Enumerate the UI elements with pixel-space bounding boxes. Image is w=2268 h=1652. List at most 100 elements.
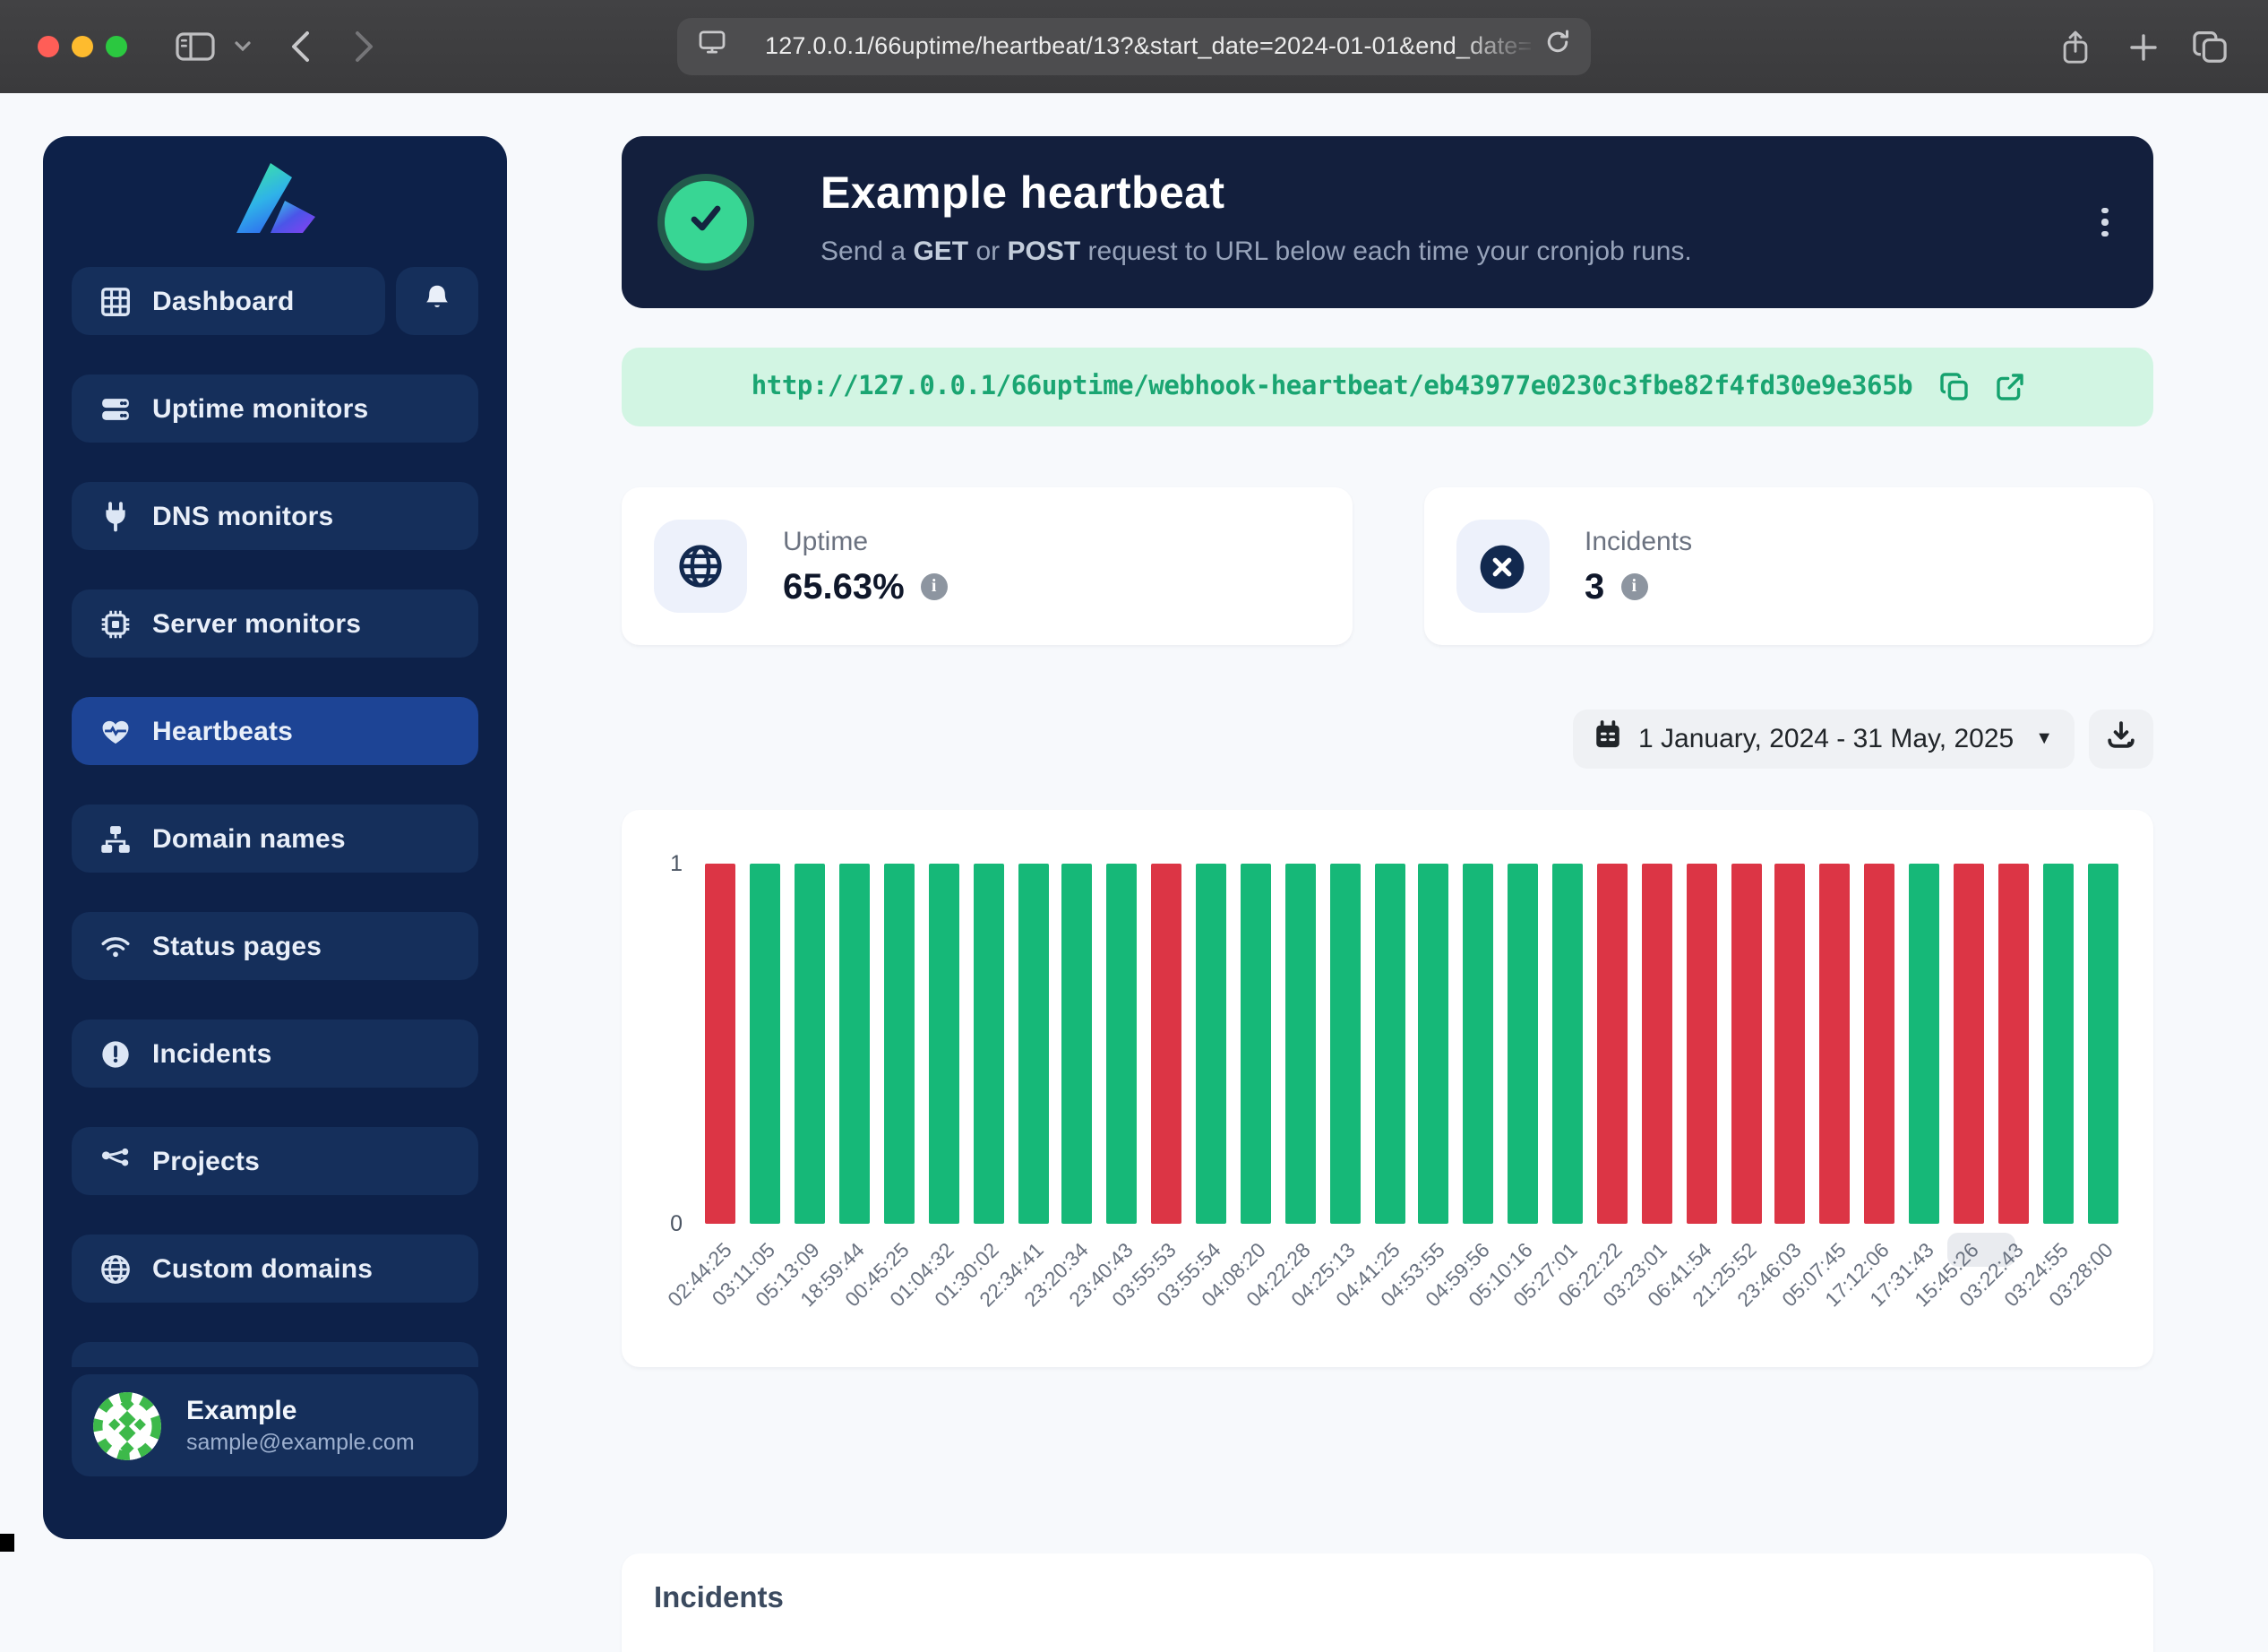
sidebar: Dashboard Uptime monitors DNS monitors Ser… bbox=[43, 136, 507, 1539]
bar-chart: 1 0 02:44:2503:11:0505:13:0918:59:4400:4… bbox=[699, 864, 2125, 1224]
check-icon bbox=[683, 194, 729, 250]
webhook-url[interactable]: http://127.0.0.1/66uptime/webhook-heartb… bbox=[752, 373, 1913, 401]
external-link-icon[interactable] bbox=[1995, 373, 2023, 401]
minimize-window-button[interactable] bbox=[72, 36, 93, 57]
forward-icon[interactable] bbox=[346, 0, 382, 93]
notifications-button[interactable] bbox=[396, 267, 478, 335]
sidebar-item-clipped[interactable] bbox=[72, 1342, 478, 1367]
bar-slot: 01:04:32 bbox=[922, 864, 966, 1224]
post-label: POST bbox=[1008, 237, 1081, 267]
sidebar-item-custom-domains[interactable]: Custom domains bbox=[72, 1235, 478, 1303]
heartbeat-bar-down[interactable] bbox=[1954, 864, 1984, 1224]
share-icon[interactable] bbox=[2053, 0, 2096, 93]
heartbeat-bar-up[interactable] bbox=[884, 864, 915, 1224]
heartbeat-bar-down[interactable] bbox=[1775, 864, 1806, 1224]
sidebar-item-uptime-monitors[interactable]: Uptime monitors bbox=[72, 374, 478, 443]
heartbeat-bar-up[interactable] bbox=[1062, 864, 1093, 1224]
new-tab-icon[interactable] bbox=[2121, 0, 2164, 93]
heartbeat-bar-up[interactable] bbox=[1107, 864, 1138, 1224]
heartbeat-bar-up[interactable] bbox=[751, 864, 781, 1224]
bar-slot: 03:55:54 bbox=[1189, 864, 1233, 1224]
back-icon[interactable] bbox=[281, 0, 317, 93]
zoom-window-button[interactable] bbox=[106, 36, 127, 57]
tab-overview-icon[interactable] bbox=[2187, 0, 2230, 93]
circle-x-icon bbox=[1456, 520, 1549, 613]
user-email: sample@example.com bbox=[186, 1428, 415, 1457]
close-window-button[interactable] bbox=[38, 36, 59, 57]
heartbeat-bar-up[interactable] bbox=[1508, 864, 1538, 1224]
address-bar[interactable]: 127.0.0.1/66uptime/heartbeat/13?&start_d… bbox=[677, 18, 1591, 75]
app-logo-icon[interactable] bbox=[232, 158, 318, 245]
sidebar-item-label: Dashboard bbox=[152, 286, 295, 316]
chevron-down-icon: ▼ bbox=[2035, 729, 2053, 749]
bell-icon bbox=[423, 282, 451, 320]
screenshot-root: 127.0.0.1/66uptime/heartbeat/13?&start_d… bbox=[0, 0, 2268, 1552]
sidebar-item-status-pages[interactable]: Status pages bbox=[72, 912, 478, 980]
sidebar-item-dns-monitors[interactable]: DNS monitors bbox=[72, 482, 478, 550]
grid-icon bbox=[100, 286, 131, 316]
heartbeat-bar-down[interactable] bbox=[1686, 864, 1716, 1224]
sidebar-item-heartbeats[interactable]: Heartbeats bbox=[72, 697, 478, 765]
heartbeat-bar-up[interactable] bbox=[1018, 864, 1048, 1224]
sidebar-item-domain-names[interactable]: Domain names bbox=[72, 804, 478, 873]
heartbeat-bar-down[interactable] bbox=[1864, 864, 1894, 1224]
heartbeat-header-card: Example heartbeat Send a GET or POST req… bbox=[622, 136, 2153, 308]
sidebar-toggle-icon[interactable] bbox=[172, 0, 219, 93]
bar-slot: 03:22:43 bbox=[1991, 864, 2036, 1224]
sidebar-item-label: Server monitors bbox=[152, 608, 361, 639]
incidents-card: Incidents 3 i bbox=[1423, 487, 2153, 645]
uptime-card: Uptime 65.63% i bbox=[622, 487, 1352, 645]
info-icon[interactable]: i bbox=[1620, 573, 1647, 600]
heartbeat-bar-up[interactable] bbox=[795, 864, 825, 1224]
date-range-picker[interactable]: 1 January, 2024 - 31 May, 2025 ▼ bbox=[1572, 710, 2075, 769]
heartbeat-bar-up[interactable] bbox=[1464, 864, 1494, 1224]
heartbeat-bar-up[interactable] bbox=[2087, 864, 2118, 1224]
heartbeat-bar-up[interactable] bbox=[1374, 864, 1405, 1224]
heartbeat-bar-up[interactable] bbox=[1241, 864, 1271, 1224]
browser-chrome: 127.0.0.1/66uptime/heartbeat/13?&start_d… bbox=[0, 0, 2268, 95]
heartbeat-bar-down[interactable] bbox=[1597, 864, 1628, 1224]
sitemap-icon bbox=[100, 823, 131, 854]
heartbeat-bar-down[interactable] bbox=[1998, 864, 2029, 1224]
sidebar-top-row: Dashboard bbox=[72, 267, 478, 335]
sidebar-item-projects[interactable]: Projects bbox=[72, 1127, 478, 1195]
stat-label: Incidents bbox=[1585, 524, 1692, 560]
bar-slot: 23:46:03 bbox=[1768, 864, 1813, 1224]
sidebar-item-server-monitors[interactable]: Server monitors bbox=[72, 589, 478, 658]
sidebar-nav: Dashboard Uptime monitors DNS monitors Ser… bbox=[72, 267, 478, 1342]
heartbeat-bar-up[interactable] bbox=[839, 864, 870, 1224]
heartbeat-bar-down[interactable] bbox=[1820, 864, 1851, 1224]
chevron-down-icon[interactable] bbox=[229, 0, 254, 93]
webhook-url-bar: http://127.0.0.1/66uptime/webhook-heartb… bbox=[622, 348, 2153, 426]
heartbeat-bar-down[interactable] bbox=[706, 864, 736, 1224]
info-icon[interactable]: i bbox=[921, 573, 948, 600]
heartbeat-bar-up[interactable] bbox=[1329, 864, 1360, 1224]
reload-icon[interactable] bbox=[1544, 29, 1571, 65]
bar-slot: 05:27:01 bbox=[1545, 864, 1590, 1224]
heartbeat-bar-up[interactable] bbox=[973, 864, 1003, 1224]
url-text: 127.0.0.1/66uptime/heartbeat/13?&start_d… bbox=[765, 32, 1533, 59]
heartbeat-bar-up[interactable] bbox=[929, 864, 959, 1224]
heartbeat-bar-up[interactable] bbox=[1196, 864, 1226, 1224]
copy-icon[interactable] bbox=[1939, 373, 1968, 401]
sidebar-item-incidents[interactable]: Incidents bbox=[72, 1020, 478, 1088]
bar-slot: 17:31:43 bbox=[1902, 864, 1946, 1224]
status-ok-badge bbox=[657, 174, 754, 271]
heartbeat-bar-down[interactable] bbox=[1151, 864, 1181, 1224]
heartbeat-bar-up[interactable] bbox=[1552, 864, 1583, 1224]
heartbeat-bar-up[interactable] bbox=[1419, 864, 1449, 1224]
download-button[interactable] bbox=[2089, 710, 2153, 769]
kebab-menu-icon[interactable] bbox=[2089, 201, 2121, 244]
sidebar-item-dashboard[interactable]: Dashboard bbox=[72, 267, 385, 335]
heartbeat-bar-up[interactable] bbox=[1909, 864, 1939, 1224]
cpu-icon bbox=[100, 608, 131, 639]
bar-slot: 05:10:16 bbox=[1501, 864, 1546, 1224]
heartbeat-bar-up[interactable] bbox=[1285, 864, 1316, 1224]
bar-slot: 22:34:41 bbox=[1010, 864, 1055, 1224]
heartbeat-bar-up[interactable] bbox=[2042, 864, 2073, 1224]
heartbeat-bar-down[interactable] bbox=[1642, 864, 1672, 1224]
user-profile[interactable]: Example sample@example.com bbox=[72, 1374, 478, 1476]
main-content: Example heartbeat Send a GET or POST req… bbox=[622, 136, 2153, 308]
heartbeat-bar-down[interactable] bbox=[1731, 864, 1761, 1224]
bar-slot: 21:25:52 bbox=[1723, 864, 1768, 1224]
